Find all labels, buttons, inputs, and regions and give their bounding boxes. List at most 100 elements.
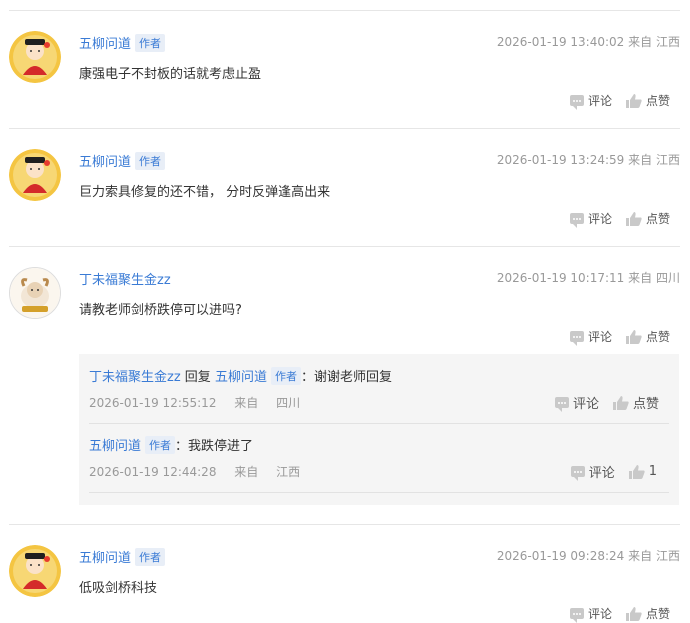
comment-time: 2026-01-19 13:40:02: [496, 35, 625, 49]
like-button-label: 点赞: [645, 94, 670, 108]
comment-from-label: 来自: [628, 549, 653, 563]
thumbs-up-icon: [625, 329, 642, 344]
comment-location: 江西: [655, 153, 680, 167]
comment-button[interactable]: 评论: [569, 605, 612, 623]
like-button[interactable]: 点赞: [625, 605, 670, 622]
comment-icon: [569, 608, 584, 623]
reply-keyword: 回复: [184, 370, 211, 385]
reply-divider: [89, 492, 669, 493]
reply-comment-label: 评论: [588, 466, 615, 481]
reply-comment-button[interactable]: 评论: [554, 393, 599, 412]
reply-divider: [89, 423, 669, 424]
reply-line: 丁未福聚生金zz 回复 五柳问道 作者 ：谢谢老师回复: [89, 366, 669, 385]
comment-from-label: 来自: [628, 271, 653, 285]
avatar-caishen[interactable]: [9, 545, 61, 597]
thumbs-up-icon: [612, 395, 629, 410]
comment-icon: [570, 466, 585, 481]
reply-time: 2026-01-19 12:55:12: [89, 396, 217, 410]
comment-item: 丁未福聚生金zz 2026-01-19 10:17:11 来自 四川 请教老师剑…: [9, 246, 680, 525]
comment-text: 康强电子不封板的话就考虑止盈: [79, 67, 262, 82]
thumbs-up-icon: [625, 93, 642, 108]
comment-time: 2026-01-19 13:24:59: [496, 153, 625, 167]
author-badge: 作者: [145, 436, 176, 454]
avatar-sheep[interactable]: [9, 267, 61, 319]
reply-like-count: 1: [648, 464, 657, 479]
comment-username[interactable]: 丁未福聚生金zz: [79, 269, 171, 288]
thumbs-up-icon: [628, 464, 645, 479]
reply-from-label: 来自: [234, 465, 259, 479]
comment-button[interactable]: 评论: [569, 328, 612, 346]
reply-item: 丁未福聚生金zz 回复 五柳问道 作者 ：谢谢老师回复 2026-01-19 12:…: [89, 366, 669, 426]
comment-actions: 评论 点赞: [569, 328, 670, 346]
comment-text: 低吸剑桥科技: [79, 581, 158, 596]
comment-item: 五柳问道 作者 2026-01-19 13:24:59 来自 江西 巨力索具修复的…: [9, 128, 680, 247]
reply-item: 五柳问道 作者 ：我跌停进了 2026-01-19 12:44:28 来自 江西 评…: [89, 435, 669, 495]
comment-from-label: 来自: [628, 35, 653, 49]
like-button-label: 点赞: [645, 607, 670, 621]
comment-button-label: 评论: [587, 607, 612, 621]
reply-username[interactable]: 丁未福聚生金zz: [89, 370, 181, 385]
comment-time: 2026-01-19 10:17:11: [496, 271, 625, 285]
reply-meta: 2026-01-19 12:44:28 来自 江西: [89, 463, 300, 480]
comment-text: 巨力索具修复的还不错， 分时反弹逢高出来: [79, 185, 331, 200]
comment-text: 请教老师剑桥跌停可以进吗?: [79, 303, 242, 318]
avatar-caishen[interactable]: [9, 31, 61, 83]
comment-icon: [554, 397, 569, 412]
reply-location: 四川: [276, 396, 301, 410]
author-badge: 作者: [135, 34, 166, 52]
comment-button-label: 评论: [587, 94, 612, 108]
thumbs-up-icon: [625, 606, 642, 621]
reply-like-button[interactable]: 点赞: [612, 393, 659, 412]
comment-actions: 评论 点赞: [569, 210, 670, 228]
comment-button[interactable]: 评论: [569, 210, 612, 228]
comment-time: 2026-01-19 09:28:24: [496, 549, 625, 563]
reply-list: 丁未福聚生金zz 回复 五柳问道 作者 ：谢谢老师回复 2026-01-19 12:…: [79, 354, 679, 505]
comment-location: 江西: [655, 549, 680, 563]
comment-meta: 2026-01-19 09:28:24 来自 江西: [497, 547, 680, 564]
reply-actions: 评论 点赞: [554, 393, 659, 412]
comment-item: 五柳问道 作者 2026-01-19 13:40:02 来自 江西 康强电子不封板…: [9, 10, 680, 129]
like-button[interactable]: 点赞: [625, 92, 670, 109]
like-button[interactable]: 点赞: [625, 210, 670, 227]
comment-button[interactable]: 评论: [569, 92, 612, 110]
like-button[interactable]: 点赞: [625, 328, 670, 345]
reply-target-username[interactable]: 五柳问道: [215, 370, 267, 385]
comment-actions: 评论 点赞: [569, 605, 670, 623]
like-button-label: 点赞: [645, 330, 670, 344]
comment-icon: [569, 95, 584, 110]
comment-username[interactable]: 五柳问道 作者: [79, 151, 166, 170]
comment-location: 四川: [655, 271, 680, 285]
avatar-caishen[interactable]: [9, 149, 61, 201]
author-badge: 作者: [135, 152, 166, 170]
reply-line: 五柳问道 作者 ：我跌停进了: [89, 435, 669, 454]
comment-meta: 2026-01-19 13:40:02 来自 江西: [497, 33, 680, 50]
reply-comment-label: 评论: [572, 397, 599, 412]
author-badge: 作者: [270, 367, 301, 385]
thumbs-up-icon: [625, 211, 642, 226]
like-button-label: 点赞: [645, 212, 670, 226]
reply-text: ：我跌停进了: [175, 439, 254, 454]
comment-meta: 2026-01-19 13:24:59 来自 江西: [497, 151, 680, 168]
comment-item: 五柳问道 作者 2026-01-19 09:28:24 来自 江西 低吸剑桥科技 …: [9, 524, 680, 623]
reply-text: ：谢谢老师回复: [300, 370, 392, 385]
comment-icon: [569, 331, 584, 346]
reply-from-label: 来自: [234, 396, 259, 410]
comment-from-label: 来自: [628, 153, 653, 167]
reply-meta: 2026-01-19 12:55:12 来自 四川: [89, 394, 300, 411]
comment-button-label: 评论: [587, 212, 612, 226]
reply-comment-button[interactable]: 评论: [570, 462, 615, 481]
author-badge: 作者: [135, 548, 166, 566]
reply-like-label: 点赞: [632, 397, 659, 412]
comment-actions: 评论 点赞: [569, 92, 670, 110]
reply-actions: 评论 1: [570, 462, 657, 481]
reply-username[interactable]: 五柳问道: [89, 439, 141, 454]
comment-button-label: 评论: [587, 330, 612, 344]
comment-location: 江西: [655, 35, 680, 49]
reply-time: 2026-01-19 12:44:28: [89, 465, 217, 479]
reply-location: 江西: [276, 465, 301, 479]
comment-username[interactable]: 五柳问道 作者: [79, 547, 166, 566]
reply-like-button[interactable]: 1: [628, 462, 657, 481]
comment-username[interactable]: 五柳问道 作者: [79, 33, 166, 52]
comment-meta: 2026-01-19 10:17:11 来自 四川: [497, 269, 680, 286]
comment-icon: [569, 213, 584, 228]
